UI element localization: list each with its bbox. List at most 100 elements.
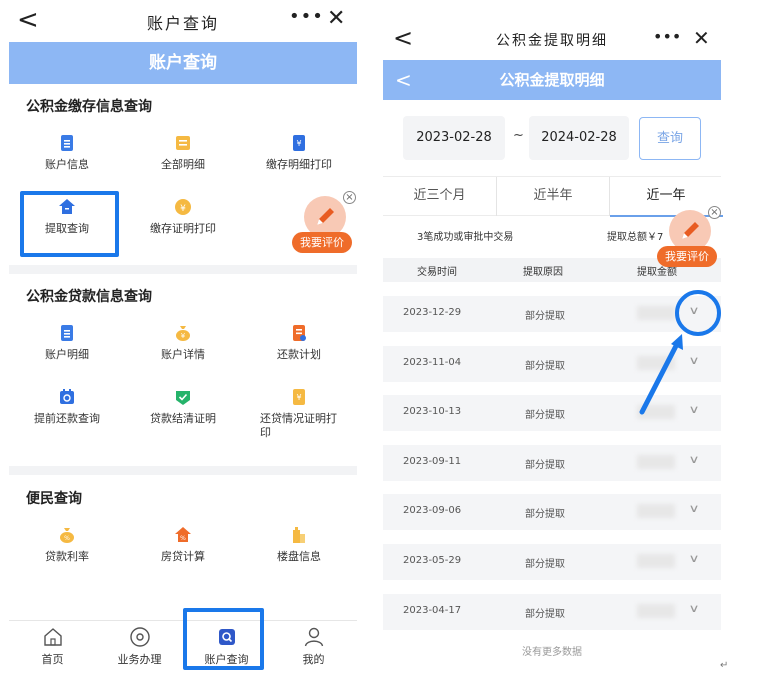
more-icon[interactable]: •••	[289, 6, 324, 27]
menu-label: 全部明细	[161, 158, 205, 171]
menu-mortgage-calc[interactable]: % 房贷计算	[125, 526, 241, 564]
row-amount-masked	[637, 306, 675, 320]
rate-close-icon[interactable]: ×	[708, 206, 721, 219]
no-more-data: 没有更多数据	[522, 647, 582, 658]
menu-label: 还贷情况证明打印	[260, 412, 337, 439]
summary-count: 3笔成功或审批中交易	[417, 232, 514, 243]
row-reason: 部分提取	[525, 609, 565, 620]
query-button[interactable]: 查询	[639, 117, 701, 160]
menu-loan-rate[interactable]: % 贷款利率	[9, 526, 125, 564]
summary-total: 提取总额￥7	[607, 232, 664, 243]
row-date: 2023-12-29	[403, 307, 462, 318]
menu-deposit-cert[interactable]: ¥ 缴存证明打印	[125, 198, 241, 236]
menu-repay-plan[interactable]: 还款计划	[241, 324, 357, 362]
menu-label: 账户信息	[45, 158, 89, 171]
menu-all-details[interactable]: 全部明细	[125, 134, 241, 172]
svg-text:%: %	[180, 535, 186, 542]
table-row[interactable]: 2023-09-11 部分提取 ∨	[383, 445, 721, 481]
building-info-icon	[293, 527, 305, 543]
left-screen: < 账户查询 ••• ✕ 账户查询 公积金缴存信息查询 账户信息 全部明细 ¥ …	[9, 0, 357, 694]
account-detail-icon	[61, 325, 73, 341]
more-icon[interactable]: •••	[653, 27, 681, 46]
loan-rate-icon: %	[60, 528, 74, 543]
business-icon	[129, 627, 150, 647]
highlight-withdraw-query	[20, 191, 119, 257]
table-row[interactable]: 2023-09-06 部分提取 ∨	[383, 494, 721, 530]
deposit-print-icon: ¥	[293, 135, 305, 151]
row-date: 2023-09-11	[403, 456, 462, 467]
rate-floating-button[interactable]: 我要评价 ×	[292, 190, 358, 256]
tab-home[interactable]: 首页	[9, 626, 96, 667]
page-header: < 公积金提取明细	[383, 60, 721, 100]
highlight-account-query-tab	[183, 608, 264, 670]
menu-account-detail[interactable]: 账户明细	[9, 324, 125, 362]
chevron-down-icon[interactable]: ∨	[688, 453, 699, 466]
annotation-arrow-icon	[639, 334, 683, 415]
menu-deposit-print[interactable]: ¥ 缴存明细打印	[241, 134, 357, 172]
row-date: 2023-05-29	[403, 555, 462, 566]
tab-label: 业务办理	[117, 653, 162, 666]
menu-label: 贷款结清证明	[150, 412, 216, 425]
menu-account-more[interactable]: ¥ 账户详情	[125, 324, 241, 362]
repay-cert-icon: ¥	[293, 389, 305, 405]
section-title-deposit: 公积金缴存信息查询	[26, 99, 152, 115]
menu-label: 还款计划	[277, 348, 321, 361]
page-header: 账户查询	[9, 42, 357, 84]
menu-label: 缴存证明打印	[150, 222, 216, 235]
tab-label: 首页	[41, 653, 64, 666]
deposit-cert-icon: ¥	[175, 199, 191, 215]
close-icon[interactable]: ✕	[327, 6, 345, 31]
svg-text:¥: ¥	[296, 139, 301, 148]
row-reason: 部分提取	[525, 460, 565, 471]
table-row[interactable]: 2023-12-29 部分提取 ∨	[383, 296, 721, 332]
date-separator: ~	[513, 128, 524, 143]
section-title-convenience: 便民查询	[26, 491, 82, 507]
row-amount-masked	[637, 554, 675, 568]
menu-label: 账户明细	[45, 348, 89, 361]
chevron-down-icon[interactable]: ∨	[688, 602, 699, 615]
header-back-icon[interactable]: <	[395, 60, 412, 100]
repay-plan-icon	[293, 325, 306, 341]
row-date: 2023-11-04	[403, 357, 462, 368]
menu-repay-cert[interactable]: ¥ 还贷情况证明打印	[241, 388, 357, 440]
rate-floating-button[interactable]: 我要评价 ×	[657, 204, 723, 270]
account-more-icon: ¥	[176, 326, 190, 341]
rate-close-icon[interactable]: ×	[343, 191, 356, 204]
menu-prepay-query[interactable]: 提前还款查询	[9, 388, 125, 426]
svg-text:%: %	[64, 535, 70, 542]
chevron-down-icon[interactable]: ∨	[688, 354, 699, 367]
row-amount-masked	[637, 455, 675, 469]
menu-loan-settle[interactable]: 贷款结清证明	[125, 388, 241, 426]
tab-profile[interactable]: 我的	[270, 626, 357, 667]
close-icon[interactable]: ✕	[693, 26, 710, 50]
end-date-input[interactable]: 2024-02-28	[529, 116, 629, 160]
tab-three-months[interactable]: 近三个月	[383, 177, 496, 216]
row-date: 2023-10-13	[403, 406, 462, 417]
menu-label: 楼盘信息	[277, 550, 321, 563]
svg-text:¥: ¥	[181, 332, 186, 340]
tab-half-year[interactable]: 近半年	[496, 177, 609, 216]
chevron-down-icon[interactable]: ∨	[688, 403, 699, 416]
tab-business[interactable]: 业务办理	[96, 626, 183, 667]
rate-label: 我要评价	[657, 246, 717, 267]
menu-building-info[interactable]: 楼盘信息	[241, 526, 357, 564]
row-reason: 部分提取	[525, 509, 565, 520]
table-row[interactable]: 2023-04-17 部分提取 ∨	[383, 594, 721, 630]
top-bar: < 账户查询 ••• ✕	[9, 0, 357, 42]
col-header-reason: 提取原因	[523, 267, 563, 278]
chevron-down-icon[interactable]: ∨	[688, 552, 699, 565]
row-date: 2023-04-17	[403, 605, 462, 616]
menu-account-info[interactable]: 账户信息	[9, 134, 125, 172]
menu-label: 提前还款查询	[34, 412, 100, 425]
start-date-input[interactable]: 2023-02-28	[403, 116, 505, 160]
row-reason: 部分提取	[525, 361, 565, 372]
chevron-down-icon[interactable]: ∨	[688, 502, 699, 515]
home-icon	[43, 628, 62, 646]
menu-label: 缴存明细打印	[266, 158, 332, 171]
page-title: 公积金提取明细	[499, 71, 605, 89]
row-amount-masked	[637, 504, 675, 518]
table-row[interactable]: 2023-05-29 部分提取 ∨	[383, 544, 721, 580]
all-details-icon	[176, 136, 190, 150]
row-date: 2023-09-06	[403, 505, 462, 516]
menu-label: 账户详情	[161, 348, 205, 361]
